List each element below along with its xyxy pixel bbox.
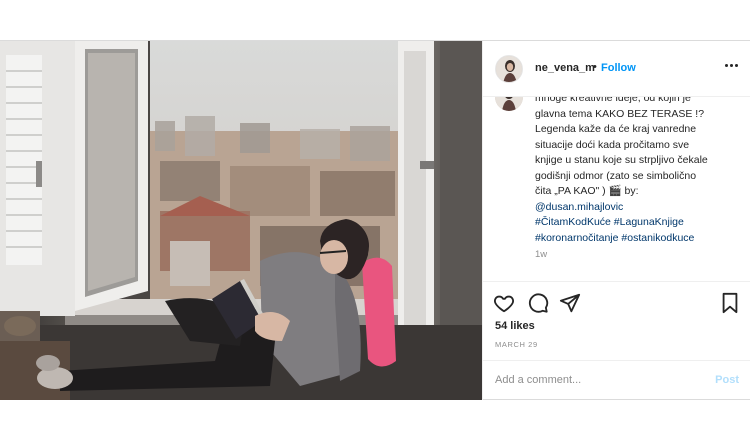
caption-line: čita „PA KAO" ) 🎬 by: bbox=[535, 185, 639, 197]
username[interactable]: ne_vena_m bbox=[535, 62, 595, 74]
caption-line: godišnji odmor (zato se simbolično bbox=[535, 169, 697, 182]
share-icon[interactable] bbox=[559, 292, 581, 314]
likes-count[interactable]: 54 likes bbox=[495, 320, 535, 332]
hashtag-link[interactable]: #LagunaKnjige bbox=[614, 216, 684, 228]
add-comment-bar: Add a comment... Post bbox=[483, 360, 750, 400]
post-caption: mnoge kreativne ideje, od kojih je glavn… bbox=[535, 97, 735, 246]
woman-reading-by-window-photo bbox=[0, 41, 482, 400]
follow-button[interactable]: Follow bbox=[601, 62, 636, 74]
post-comment-button[interactable]: Post bbox=[715, 374, 739, 386]
post-header: ne_vena_m • Follow bbox=[483, 41, 750, 97]
more-options-icon[interactable] bbox=[721, 58, 741, 72]
heart-icon[interactable] bbox=[493, 292, 515, 314]
post-side-panel: ne_vena_m • Follow mnoge kreativne ideje… bbox=[482, 41, 750, 400]
post-photo[interactable] bbox=[0, 41, 482, 400]
bookmark-icon[interactable] bbox=[719, 292, 741, 314]
comments-area[interactable]: mnoge kreativne ideje, od kojih je glavn… bbox=[483, 97, 750, 281]
hashtag-link[interactable]: #ostanikodkuce bbox=[621, 232, 694, 244]
caption-line: glavna tema KAKO BEZ TERASE !? bbox=[535, 107, 705, 120]
user-avatar[interactable] bbox=[495, 55, 523, 83]
caption-line: Legenda kaže da će kraj vanredne bbox=[535, 123, 697, 135]
caption-line: situacije doći kada pročitamo sve bbox=[535, 138, 690, 151]
profile-picture-icon bbox=[496, 56, 522, 82]
action-bar bbox=[483, 281, 750, 325]
post-date[interactable]: MARCH 29 bbox=[495, 340, 538, 349]
hashtag-link[interactable]: #koronarnočitanje bbox=[535, 232, 618, 244]
mention-link[interactable]: @dusan.mihajlovic bbox=[535, 201, 623, 213]
caption-avatar[interactable] bbox=[495, 97, 523, 111]
hashtag-link[interactable]: #ČitamKodKuće bbox=[535, 216, 611, 228]
comment-icon[interactable] bbox=[527, 292, 549, 314]
profile-picture-icon bbox=[495, 97, 523, 111]
caption-line: mnoge kreativne ideje, od kojih je bbox=[535, 97, 691, 104]
caption-age[interactable]: 1w bbox=[535, 249, 547, 260]
caption-line: knjige u stanu koje su strpljivo čekale bbox=[535, 154, 708, 166]
separator-dot: • bbox=[593, 61, 597, 73]
comment-input[interactable]: Add a comment... bbox=[495, 374, 581, 386]
instagram-post: ne_vena_m • Follow mnoge kreativne ideje… bbox=[0, 40, 750, 400]
